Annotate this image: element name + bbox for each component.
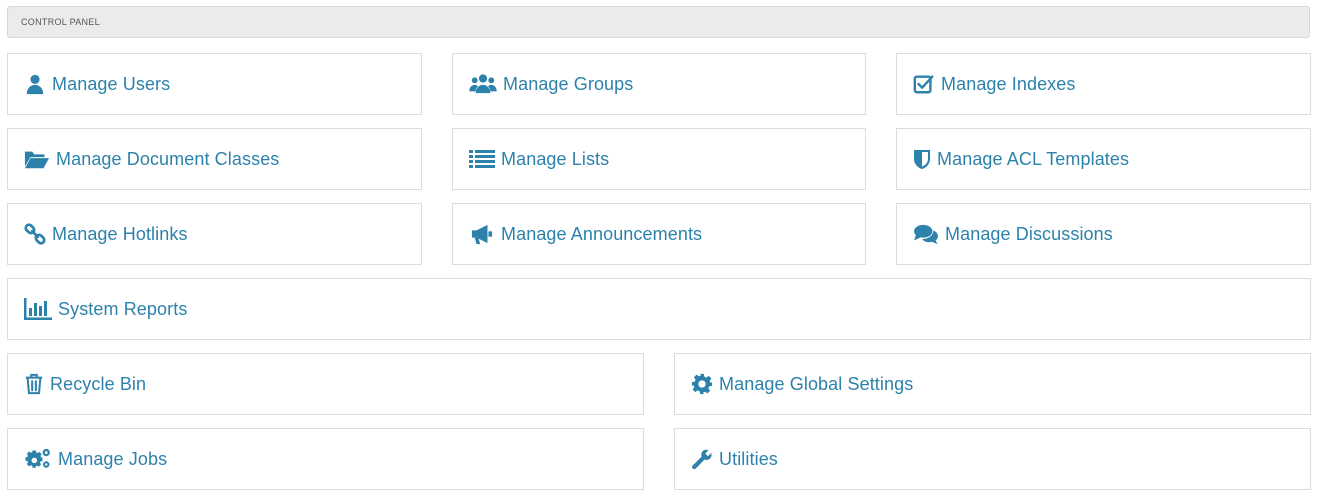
wrench-icon [691,448,713,470]
tile-label: Manage Lists [501,148,610,169]
manage-indexes-button[interactable]: Manage Indexes [896,53,1311,115]
tile-label: Manage Users [52,73,171,94]
manage-jobs-button[interactable]: Manage Jobs [7,428,644,490]
manage-users-button[interactable]: Manage Users [7,53,422,115]
comments-icon [913,223,939,245]
tile-label: System Reports [58,298,188,319]
tile-label: Recycle Bin [50,373,147,394]
shield-icon [913,148,931,170]
folder-open-icon [24,148,50,170]
manage-global-settings-button[interactable]: Manage Global Settings [674,353,1311,415]
tile-label: Manage Discussions [945,223,1113,244]
tile-label: Utilities [719,448,778,469]
tile-label: Manage ACL Templates [937,148,1130,169]
tile-label: Manage Global Settings [719,373,914,394]
user-icon [24,73,46,95]
link-icon [24,223,46,245]
manage-lists-button[interactable]: Manage Lists [452,128,866,190]
manage-discussions-button[interactable]: Manage Discussions [896,203,1311,265]
list-icon [469,148,495,170]
manage-document-classes-button[interactable]: Manage Document Classes [7,128,422,190]
tile-label: Manage Jobs [58,448,168,469]
tile-label: Manage Document Classes [56,148,280,169]
panel-title: CONTROL PANEL [21,17,100,27]
gears-icon [24,448,52,470]
tile-label: Manage Groups [503,73,634,94]
manage-hotlinks-button[interactable]: Manage Hotlinks [7,203,422,265]
manage-acl-templates-button[interactable]: Manage ACL Templates [896,128,1311,190]
gear-icon [691,373,713,395]
system-reports-button[interactable]: System Reports [7,278,1311,340]
bar-chart-icon [24,298,52,320]
tile-label: Manage Indexes [941,73,1076,94]
tile-label: Manage Hotlinks [52,223,188,244]
tile-label: Manage Announcements [501,223,703,244]
manage-groups-button[interactable]: Manage Groups [452,53,866,115]
trash-icon [24,373,44,395]
utilities-button[interactable]: Utilities [674,428,1311,490]
manage-announcements-button[interactable]: Manage Announcements [452,203,866,265]
control-panel-header: CONTROL PANEL [7,6,1310,38]
megaphone-icon [469,223,495,245]
recycle-bin-button[interactable]: Recycle Bin [7,353,644,415]
users-group-icon [469,73,497,95]
checkbox-icon [913,73,935,95]
